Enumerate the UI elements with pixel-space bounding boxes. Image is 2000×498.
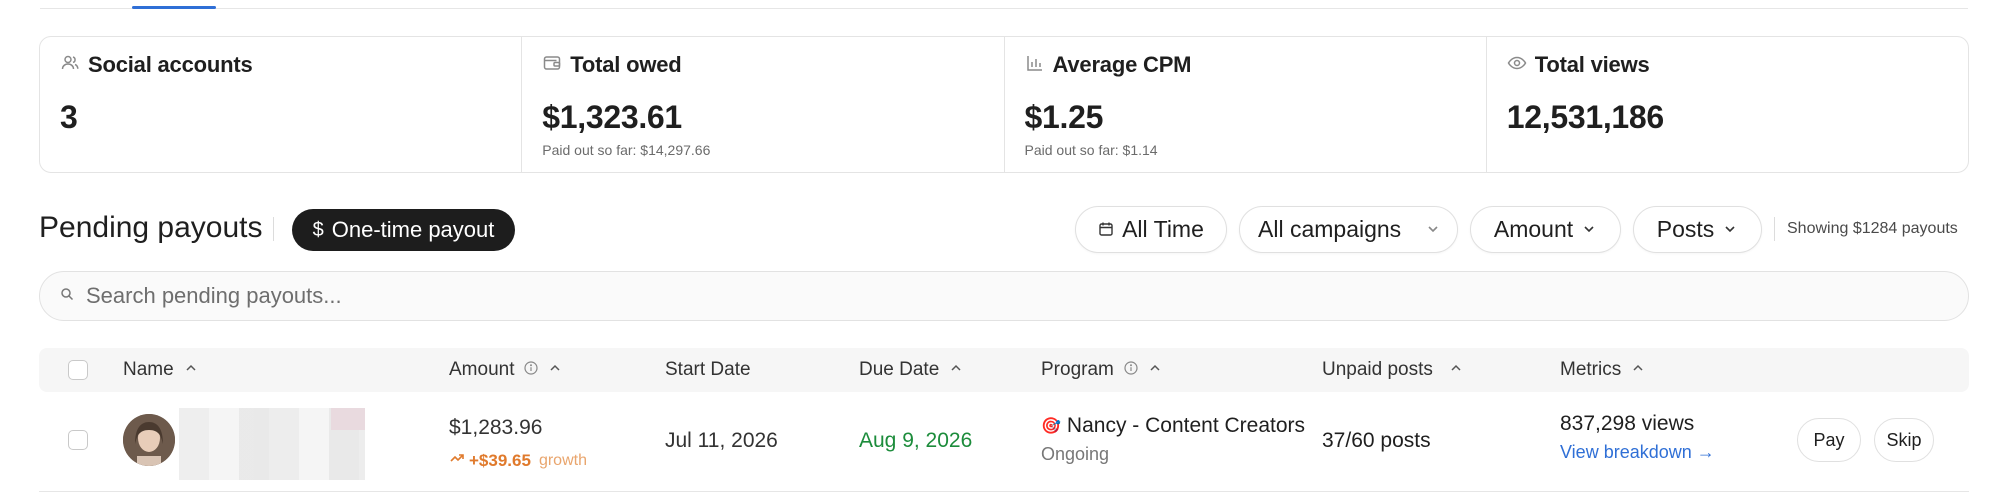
stat-subtext: Paid out so far: $1.14: [1024, 142, 1158, 158]
target-icon: 🎯: [1041, 418, 1061, 435]
sort-up-icon: [949, 359, 963, 381]
time-filter-button[interactable]: All Time: [1075, 206, 1227, 253]
column-header-metrics[interactable]: Metrics: [1560, 359, 1645, 381]
bar-chart-icon: [1025, 53, 1045, 78]
info-icon[interactable]: [1124, 359, 1138, 381]
stat-value: 12,531,186: [1506, 99, 1664, 135]
select-all-checkbox[interactable]: [68, 360, 88, 380]
dollar-icon: $: [312, 218, 324, 241]
skip-button[interactable]: Skip: [1874, 418, 1934, 462]
stat-value: 3: [60, 99, 78, 135]
column-label: Metrics: [1560, 359, 1622, 380]
stat-social-accounts: Social accounts 3: [40, 37, 523, 172]
users-icon: [60, 53, 80, 78]
chevron-down-icon: [1425, 216, 1441, 243]
growth-indicator: +$39.65 growth: [449, 450, 587, 471]
pay-button[interactable]: Pay: [1797, 418, 1861, 462]
avatar: [123, 414, 175, 466]
posts-filter-label: Posts: [1656, 216, 1715, 242]
program-status: Ongoing: [1041, 444, 1110, 464]
campaigns-filter-label: All campaigns: [1258, 216, 1402, 242]
column-label: Name: [123, 359, 174, 380]
start-date: Jul 11, 2026: [665, 429, 778, 452]
sort-up-icon: [1449, 359, 1463, 381]
stat-average-cpm: Average CPM $1.25 Paid out so far: $1.14: [1005, 37, 1487, 172]
table-row: $1,283.96 +$39.65 growth Jul 11, 2026 Au…: [39, 392, 1969, 492]
stat-title: Social accounts: [88, 52, 253, 77]
row-checkbox[interactable]: [68, 430, 88, 450]
stat-total-views: Total views 12,531,186: [1487, 37, 1968, 172]
stat-title: Total owed: [570, 52, 682, 77]
unpaid-posts: 37/60 posts: [1322, 429, 1431, 452]
program-name: 🎯 Nancy - Content Creators: [1041, 414, 1305, 438]
column-label: Program: [1041, 359, 1114, 380]
posts-filter-button[interactable]: Posts: [1633, 206, 1762, 253]
eye-icon: [1507, 53, 1527, 78]
sort-up-icon: [184, 359, 198, 381]
table-header: Name Amount Start Date Due Date Program …: [39, 348, 1969, 392]
amount-filter-label: Amount: [1493, 216, 1574, 242]
sort-up-icon: [548, 359, 562, 381]
column-label: Amount: [449, 359, 515, 380]
search-bar: [39, 271, 1969, 321]
column-header-name[interactable]: Name: [123, 359, 198, 381]
time-filter-label: All Time: [1122, 216, 1204, 242]
view-breakdown-link[interactable]: View breakdown →: [1560, 442, 1715, 463]
trend-up-icon: [449, 450, 465, 471]
column-header-amount[interactable]: Amount: [449, 359, 562, 381]
divider: [273, 217, 274, 241]
column-label: Due Date: [859, 359, 940, 380]
growth-label: growth: [538, 451, 587, 469]
stat-value: $1,323.61: [542, 99, 682, 135]
sort-up-icon: [1631, 359, 1645, 381]
page-title: Pending payouts: [39, 211, 263, 244]
column-header-start-date[interactable]: Start Date: [665, 359, 751, 381]
stat-total-owed: Total owed $1,323.61 Paid out so far: $1…: [522, 37, 1005, 172]
column-label: Start Date: [665, 359, 751, 380]
column-header-program[interactable]: Program: [1041, 359, 1162, 381]
chevron-down-icon: [1722, 216, 1738, 243]
growth-value: +$39.65: [469, 450, 531, 470]
column-header-unpaid-posts[interactable]: Unpaid posts: [1322, 359, 1463, 381]
top-tab-bar: [40, 0, 1968, 9]
stat-value: $1.25: [1024, 99, 1104, 135]
stat-title: Average CPM: [1052, 52, 1192, 77]
info-icon[interactable]: [524, 359, 539, 381]
views-count: 837,298 views: [1560, 412, 1695, 435]
payout-amount: $1,283.96: [449, 416, 543, 439]
amount-filter-button[interactable]: Amount: [1470, 206, 1621, 253]
search-icon: [60, 287, 74, 306]
due-date: Aug 9, 2026: [859, 429, 973, 452]
chevron-down-icon: [1581, 216, 1597, 243]
column-label: Unpaid posts: [1322, 359, 1433, 380]
active-tab-indicator: [132, 6, 216, 9]
one-time-payout-label: One-time payout: [331, 217, 495, 242]
stat-title: Total views: [1534, 52, 1650, 77]
one-time-payout-button[interactable]: $ One-time payout: [292, 209, 515, 251]
wallet-icon: [542, 53, 562, 78]
sort-up-icon: [1148, 359, 1162, 381]
divider: [1774, 217, 1775, 241]
redacted-creator-name: [179, 408, 365, 480]
campaigns-filter-select[interactable]: All campaigns: [1239, 206, 1458, 253]
calendar-icon: [1098, 216, 1114, 243]
stats-panel: Social accounts 3 Total owed $1,323.61 P…: [39, 36, 1969, 173]
showing-count: Showing $1284 payouts: [1787, 220, 1958, 237]
search-input[interactable]: [86, 283, 1886, 309]
payouts-toolbar: Pending payouts $ One-time payout All Ti…: [39, 205, 1969, 253]
program-label: Nancy - Content Creators: [1066, 414, 1306, 437]
stat-subtext: Paid out so far: $14,297.66: [542, 142, 711, 158]
column-header-due-date[interactable]: Due Date: [859, 359, 963, 381]
